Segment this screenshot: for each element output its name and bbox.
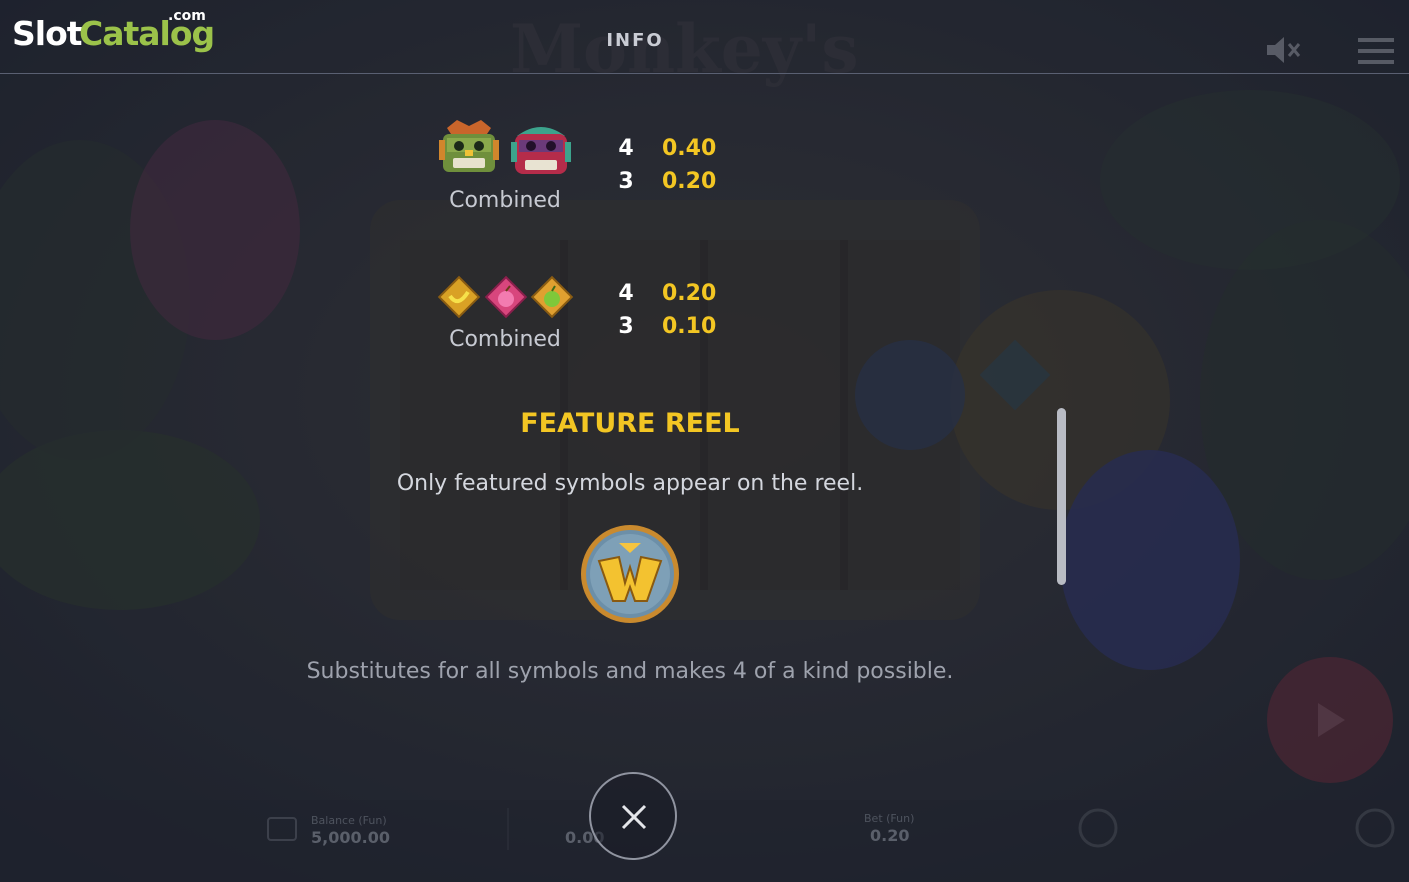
pay-value: 0.20 <box>662 281 717 306</box>
mask-red-icon <box>511 127 571 174</box>
wild-description: Substitutes for all symbols and makes 4 … <box>306 659 954 684</box>
top-bar: Slot Catalog .com INFO <box>0 0 1409 74</box>
menu-icon[interactable] <box>1358 38 1394 64</box>
close-button[interactable] <box>589 772 677 860</box>
pay-count: 3 <box>618 169 634 194</box>
scrollbar-thumb[interactable] <box>1057 408 1066 585</box>
bet-label: Bet (Fun) <box>864 812 915 825</box>
pay-count: 4 <box>618 136 634 161</box>
close-icon <box>621 804 647 830</box>
mask-green-icon <box>439 120 499 172</box>
fruit-symbols <box>436 274 576 320</box>
feature-reel-title: FEATURE REEL <box>520 408 740 439</box>
sound-muted-icon[interactable] <box>1265 34 1301 66</box>
pay-value: 0.40 <box>662 136 717 161</box>
wild-symbol-icon <box>581 525 679 623</box>
combined-label: Combined <box>449 188 561 213</box>
feature-reel-description: Only featured symbols appear on the reel… <box>396 471 864 496</box>
balance-label: Balance (Fun) <box>311 814 387 827</box>
page-title: INFO <box>606 30 664 51</box>
mask-symbols <box>437 120 577 182</box>
pay-count: 3 <box>618 314 634 339</box>
pay-count: 4 <box>618 281 634 306</box>
pay-value: 0.10 <box>662 314 717 339</box>
combined-label: Combined <box>449 327 561 352</box>
banana-icon <box>437 275 481 319</box>
lime-icon <box>530 275 574 319</box>
pay-value: 0.20 <box>662 169 717 194</box>
bet-value: 0.20 <box>870 826 910 845</box>
info-overlay <box>0 0 1409 882</box>
balance-value: 5,000.00 <box>311 828 390 847</box>
peach-icon <box>484 275 528 319</box>
